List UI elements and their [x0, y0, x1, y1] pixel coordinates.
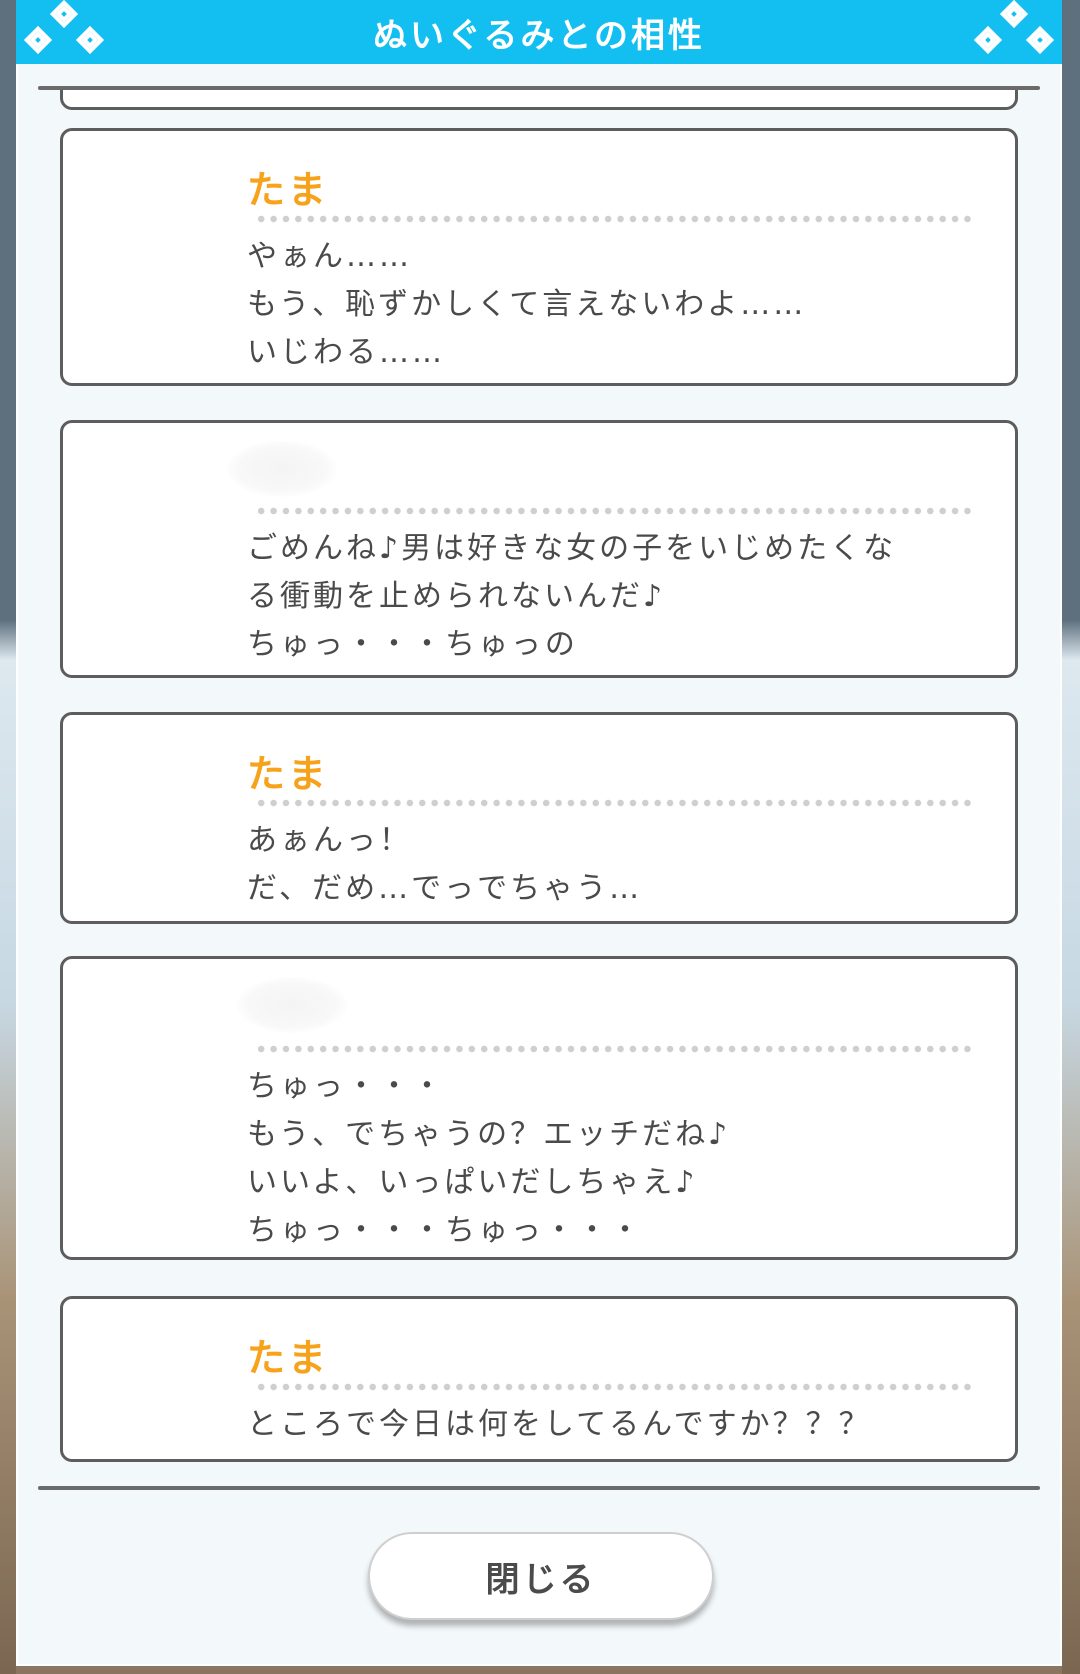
speaker-name-hidden [237, 977, 347, 1033]
speaker-name: たま [247, 752, 330, 796]
dotted-divider [255, 215, 975, 223]
speaker-name-hidden [227, 441, 337, 497]
compatibility-dialog: ぬいぐるみとの相性 たま やぁん…… もう、恥ずかしくて言えないわよ…… いじわ… [16, 0, 1062, 1666]
close-button[interactable]: 閉じる [368, 1532, 714, 1620]
message-card: ごめんね♪男は好きな女の子をいじめたくな る衝動を止められないんだ♪ ちゅっ・・… [60, 420, 1018, 678]
dotted-divider [255, 1383, 975, 1391]
speaker-name: たま [247, 1336, 330, 1380]
dotted-divider [255, 799, 975, 807]
message-card-partial [60, 90, 1018, 110]
diamond-ornament-icon [973, 0, 1055, 55]
message-text: やぁん…… もう、恥ずかしくて言えないわよ…… いじわる…… [247, 239, 807, 370]
dotted-divider [255, 507, 975, 515]
message-list[interactable]: たま やぁん…… もう、恥ずかしくて言えないわよ…… いじわる…… ごめんね♪男… [38, 90, 1040, 1486]
diamond-ornament-icon [23, 0, 105, 55]
list-bottom-divider [38, 1486, 1040, 1490]
background-edge-right [1062, 0, 1080, 1674]
message-text: ところで今日は何をしてるんですか？？？ [247, 1407, 872, 1442]
message-text: ちゅっ・・・ もう、でちゃうの？エッチだね♪ いいよ、いっぱいだしちゃえ♪ ちゅ… [247, 1069, 731, 1248]
dialog-title-bar: ぬいぐるみとの相性 [16, 0, 1062, 64]
message-card: たま やぁん…… もう、恥ずかしくて言えないわよ…… いじわる…… [60, 128, 1018, 386]
message-card: ちゅっ・・・ もう、でちゃうの？エッチだね♪ いいよ、いっぱいだしちゃえ♪ ちゅ… [60, 956, 1018, 1260]
speaker-name: たま [247, 168, 330, 212]
close-button-label: 閉じる [485, 1559, 597, 1600]
dialog-title: ぬいぐるみとの相性 [373, 15, 705, 56]
background-edge-left [0, 0, 16, 1674]
message-text: ごめんね♪男は好きな女の子をいじめたくな る衝動を止められないんだ♪ ちゅっ・・… [247, 531, 897, 662]
message-card: たま ところで今日は何をしてるんですか？？？ [60, 1296, 1018, 1462]
message-card: たま あぁんっ！ だ、だめ…でっでちゃう… [60, 712, 1018, 924]
dotted-divider [255, 1045, 975, 1053]
message-text: あぁんっ！ だ、だめ…でっでちゃう… [247, 823, 643, 906]
